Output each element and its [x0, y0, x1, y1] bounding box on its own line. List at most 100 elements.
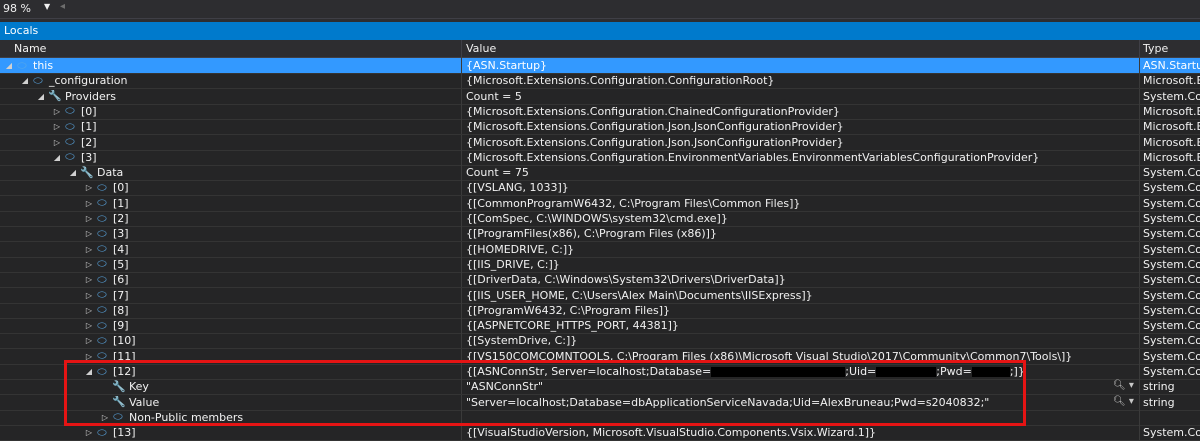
tree-row[interactable]: ▷ ⬭ [11] {[VS150COMCOMNTOOLS, C:\Program Fi… [0, 348, 1200, 365]
row-name-cell: ◢ ⬭ [3] [52, 151, 459, 164]
expand-arrow-icon[interactable]: ▷ [84, 275, 94, 284]
tree-row[interactable]: 🔧 Value "Server=localhost;Database=dbAppli… [0, 394, 1200, 411]
collapse-arrow-icon[interactable]: ◢ [4, 61, 14, 70]
row-value: {Microsoft.Extensions.Configuration.Envi… [466, 150, 1040, 164]
column-gridline [1139, 379, 1140, 395]
object-icon: ⬭ [97, 242, 107, 256]
tree-row[interactable]: ▷ ⬭ [2] {Microsoft.Extensions.Configuration… [0, 134, 1200, 151]
collapse-arrow-icon[interactable]: ◢ [52, 153, 62, 162]
redacted-text [711, 367, 846, 377]
object-icon: ⬭ [65, 120, 75, 133]
tree-row[interactable]: ▷⬭ [5] {[IIS_DRIVE, C:]} System.Coll [0, 256, 1200, 273]
expand-arrow-icon[interactable]: ▷ [52, 107, 62, 116]
tree-row[interactable]: ▷ ⬭ [3] {[ProgramFiles(x86), C:\Program Fil… [0, 226, 1200, 243]
row-value: {[DriverData, C:\Windows\System32\Driver… [466, 273, 786, 287]
expand-arrow-icon[interactable]: ▷ [84, 183, 94, 192]
collapse-arrow-icon[interactable]: ◢ [20, 76, 30, 85]
column-gridline [461, 241, 462, 257]
column-gridline [461, 134, 462, 150]
column-gridline [1139, 58, 1140, 73]
expand-arrow-icon[interactable]: ▷ [84, 306, 94, 315]
expand-arrow-icon[interactable]: ▷ [84, 352, 94, 361]
tree-row[interactable]: ▷⬭ [4] {[HOMEDRIVE, C:]} System.Coll [0, 241, 1200, 258]
column-value-header[interactable]: Value [466, 42, 496, 55]
expand-arrow-icon[interactable]: ▷ [100, 413, 110, 422]
tree-row[interactable]: ▷ ⬭ Non-Public members [0, 409, 1200, 426]
row-type: System.Coll [1143, 303, 1200, 317]
tree-row[interactable]: ▷ ⬭ [2] {[ComSpec, C:\WINDOWS\system32\cmd.… [0, 211, 1200, 227]
tree-row[interactable]: ▷ ⬭ [8] {[ProgramW6432, C:\Program Files]} S… [0, 302, 1200, 319]
expand-arrow-icon[interactable]: ▷ [84, 260, 94, 269]
tree-row[interactable]: ◢⬭ this {ASN.Startup} ASN.Startup [0, 58, 1200, 74]
object-icon: ⬭ [97, 181, 107, 194]
expand-arrow-icon[interactable]: ▷ [84, 229, 94, 238]
column-type-header[interactable]: Type [1143, 42, 1168, 55]
redacted-text [971, 367, 1010, 377]
scroll-left-icon[interactable]: ◂ [60, 1, 65, 12]
tree-row[interactable]: ◢ ⬭ [12] {[ASNConnStr, Server=localhost;Dat… [0, 364, 1200, 380]
collapse-arrow-icon[interactable]: ◢ [36, 92, 46, 101]
object-icon: ⬭ [97, 257, 107, 271]
row-value: {[ASNConnStr, Server=localhost;Database=… [466, 365, 1136, 378]
tree-row[interactable]: ▷⬭ [10] {[SystemDrive, C:]} System.Coll [0, 333, 1200, 350]
expand-arrow-icon[interactable]: ▷ [84, 245, 94, 254]
row-name-cell: ▷ ⬭ [1] [52, 120, 459, 133]
object-icon: ⬭ [65, 135, 75, 148]
tree-row[interactable]: ▷ ⬭ [1] {Microsoft.Extensions.Configuration… [0, 119, 1200, 136]
expand-arrow-icon[interactable]: ▷ [84, 214, 94, 223]
object-icon: ⬭ [65, 150, 75, 164]
column-gridline [1139, 272, 1140, 288]
expand-arrow-icon[interactable]: ▷ [84, 199, 94, 208]
column-gridline [461, 348, 462, 364]
row-type: Microsoft.Ex [1143, 120, 1200, 134]
window-title-bar[interactable]: Locals [0, 22, 1200, 40]
tree-row[interactable]: ◢🔧Providers Count = 5 System.Coll [0, 88, 1200, 105]
wrench-icon: 🔧 [48, 89, 62, 103]
column-gridline [1139, 226, 1140, 242]
row-value: {[IIS_DRIVE, C:]} [466, 257, 560, 271]
expand-arrow-icon[interactable]: ▷ [84, 428, 94, 437]
private-field-icon: ⬭ [33, 74, 43, 87]
column-gridline [461, 149, 462, 165]
column-name-header[interactable]: Name [14, 42, 46, 55]
column-gridline [461, 88, 462, 104]
row-value: {Microsoft.Extensions.Configuration.Json… [466, 120, 844, 134]
tree-row[interactable]: ▷ ⬭ [9] {[ASPNETCORE_HTTPS_PORT, 44381]} Sys… [0, 318, 1200, 335]
tree-row[interactable]: ▷ ⬭ [13] {[VisualStudioVersion, Microsoft.V… [0, 425, 1200, 441]
row-name: [10] [113, 334, 136, 348]
column-divider[interactable] [461, 40, 462, 57]
expand-arrow-icon[interactable]: ▷ [84, 321, 94, 330]
row-value: {Microsoft.Extensions.Configuration.Conf… [466, 74, 775, 88]
column-gridline [461, 425, 462, 441]
row-type: System.Coll [1143, 166, 1200, 180]
row-name-cell: ▷ ⬭ [1] [84, 197, 459, 210]
tree-row[interactable]: ◢🔧Data Count = 75 System.Coll [0, 165, 1200, 182]
column-gridline [461, 272, 462, 288]
expand-arrow-icon[interactable]: ▷ [84, 291, 94, 300]
tree-row[interactable]: ▷ ⬭ [6] {[DriverData, C:\Windows\System32\D… [0, 272, 1200, 289]
tree-row[interactable]: ▷ ⬭ [7] {[IIS_USER_HOME, C:\Users\Alex Main… [0, 287, 1200, 304]
expand-arrow-icon[interactable]: ▷ [52, 138, 62, 147]
tree-row[interactable]: ▷ ⬭ [0] {Microsoft.Extensions.Configuration… [0, 103, 1200, 120]
tree-row[interactable]: 🔧 Key "ASNConnStr" 🔍︎ ▾ string [0, 379, 1200, 396]
row-type: System.Coll [1143, 349, 1200, 363]
column-divider[interactable] [1139, 40, 1140, 57]
row-name: [13] [113, 426, 136, 440]
visualizer-magnifier-icon[interactable]: 🔍︎ ▾ [1113, 396, 1134, 407]
tree-row[interactable]: ◢ ⬭ [3] {Microsoft.Extensions.Configuration… [0, 149, 1200, 166]
collapse-arrow-icon[interactable]: ◢ [84, 367, 94, 376]
zoom-level[interactable]: 98 % [3, 2, 31, 15]
expand-arrow-icon[interactable]: ▷ [84, 336, 94, 345]
zoom-dropdown-icon[interactable]: ▼ [44, 2, 50, 11]
tree-row[interactable]: ▷ ⬭ [1] {[CommonProgramW6432, C:\Program Fi… [0, 195, 1200, 212]
row-type: System.Coll [1143, 334, 1200, 348]
visualizer-magnifier-icon[interactable]: 🔍︎ ▾ [1113, 380, 1134, 391]
row-name: [12] [113, 365, 136, 378]
column-gridline [1139, 318, 1140, 334]
row-name: [1] [81, 120, 97, 134]
expand-arrow-icon[interactable]: ▷ [52, 122, 62, 131]
tree-row[interactable]: ◢ ⬭ _configuration {Microsoft.Extensions.Co… [0, 73, 1200, 90]
row-name: [2] [113, 212, 129, 225]
tree-row[interactable]: ▷⬭ [0] {[VSLANG, 1033]} System.Coll [0, 180, 1200, 197]
collapse-arrow-icon[interactable]: ◢ [68, 168, 78, 177]
